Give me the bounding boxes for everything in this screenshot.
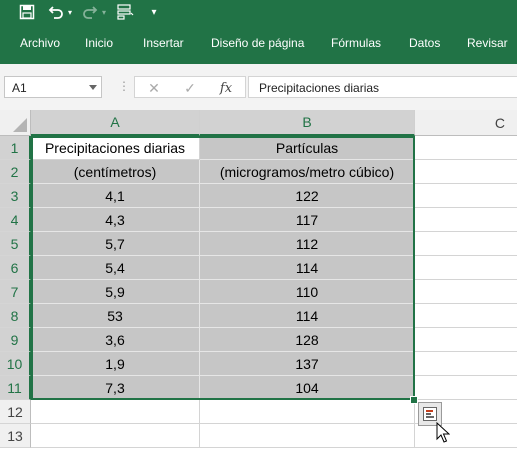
cell-a6[interactable]: 5,4 <box>31 256 200 280</box>
cell-c5[interactable] <box>415 232 517 256</box>
undo-dropdown-icon[interactable]: ▾ <box>66 2 74 22</box>
formula-bar-grip-icon[interactable]: ⋮ <box>118 79 130 93</box>
row-header-13[interactable]: 13 <box>0 424 31 448</box>
formula-input-text: Precipitaciones diarias <box>259 81 380 95</box>
column-header-a[interactable]: A <box>31 110 200 136</box>
cell-a8[interactable]: 53 <box>31 304 200 328</box>
tab-insertar[interactable]: Insertar <box>143 36 184 50</box>
cell-a3[interactable]: 4,1 <box>31 184 200 208</box>
cancel-icon[interactable]: ✕ <box>143 79 165 97</box>
form-tool-icon[interactable] <box>114 2 136 22</box>
cell-a9[interactable]: 3,6 <box>31 328 200 352</box>
row-header-9[interactable]: 9 <box>0 328 31 352</box>
cell-b11[interactable]: 104 <box>200 376 415 400</box>
fill-handle[interactable] <box>410 396 418 404</box>
cell-c4[interactable] <box>415 208 517 232</box>
row-header-8[interactable]: 8 <box>0 304 31 328</box>
formula-buttons: ✕ ✓ fx <box>134 76 246 98</box>
cell-b7[interactable]: 110 <box>200 280 415 304</box>
cell-a5[interactable]: 5,7 <box>31 232 200 256</box>
insert-function-icon[interactable]: fx <box>215 79 237 97</box>
cell-a12[interactable] <box>31 400 200 424</box>
row-header-1[interactable]: 1 <box>0 136 31 160</box>
cell-b9[interactable]: 128 <box>200 328 415 352</box>
enter-icon[interactable]: ✓ <box>179 79 201 97</box>
cell-b3[interactable]: 122 <box>200 184 415 208</box>
cell-b8[interactable]: 114 <box>200 304 415 328</box>
worksheet-grid: A B C 1 2 3 4 5 6 7 8 9 10 11 12 13 Prec… <box>0 110 517 450</box>
row-header-12[interactable]: 12 <box>0 400 31 424</box>
cell-a2[interactable]: (centímetros) <box>31 160 200 184</box>
cell-a7[interactable]: 5,9 <box>31 280 200 304</box>
cell-a13[interactable] <box>31 424 200 448</box>
formula-bar: A1 ⋮ ✕ ✓ fx Precipitaciones diarias <box>0 64 517 110</box>
redo-icon[interactable] <box>80 2 100 22</box>
name-box-value: A1 <box>12 81 27 95</box>
select-all-button[interactable] <box>0 110 31 136</box>
cell-c13[interactable] <box>415 424 517 448</box>
cell-b6[interactable]: 114 <box>200 256 415 280</box>
undo-icon[interactable] <box>46 2 66 22</box>
chevron-down-icon[interactable] <box>89 85 97 90</box>
cell-a4[interactable]: 4,3 <box>31 208 200 232</box>
select-all-triangle-icon <box>13 118 27 132</box>
cell-c1[interactable] <box>415 136 517 160</box>
tab-inicio[interactable]: Inicio <box>85 36 113 50</box>
cell-b13[interactable] <box>200 424 415 448</box>
cell-c7[interactable] <box>415 280 517 304</box>
cell-b2[interactable]: (microgramos/metro cúbico) <box>200 160 415 184</box>
quick-access-toolbar: ▾ ▾ ▾ <box>0 0 517 24</box>
tab-archivo[interactable]: Archivo <box>20 36 60 50</box>
column-header-c[interactable]: C <box>415 110 517 136</box>
row-header-11[interactable]: 11 <box>0 376 31 400</box>
cell-a11[interactable]: 7,3 <box>31 376 200 400</box>
formula-input[interactable]: Precipitaciones diarias <box>248 76 517 98</box>
row-header-3[interactable]: 3 <box>0 184 31 208</box>
cell-c3[interactable] <box>415 184 517 208</box>
row-header-6[interactable]: 6 <box>0 256 31 280</box>
row-header-5[interactable]: 5 <box>0 232 31 256</box>
tab-revisar[interactable]: Revisar <box>467 36 508 50</box>
ribbon-tabs: Archivo Inicio Insertar Diseño de página… <box>0 24 517 64</box>
cell-c9[interactable] <box>415 328 517 352</box>
tab-formulas[interactable]: Fórmulas <box>331 36 381 50</box>
cell-c8[interactable] <box>415 304 517 328</box>
customize-toolbar-icon[interactable]: ▾ <box>146 2 162 22</box>
cell-c11[interactable] <box>415 376 517 400</box>
tab-datos[interactable]: Datos <box>409 36 440 50</box>
cell-c2[interactable] <box>415 160 517 184</box>
cell-a10[interactable]: 1,9 <box>31 352 200 376</box>
row-header-10[interactable]: 10 <box>0 352 31 376</box>
cell-b1[interactable]: Partículas <box>200 136 415 160</box>
cell-b5[interactable]: 112 <box>200 232 415 256</box>
fx-label: fx <box>219 80 233 96</box>
cell-c6[interactable] <box>415 256 517 280</box>
name-box[interactable]: A1 <box>4 76 102 98</box>
quick-analysis-icon <box>423 407 437 421</box>
row-header-7[interactable]: 7 <box>0 280 31 304</box>
cell-a1[interactable]: Precipitaciones diarias <box>31 136 200 160</box>
cell-b12[interactable] <box>200 400 415 424</box>
row-header-4[interactable]: 4 <box>0 208 31 232</box>
column-header-b[interactable]: B <box>200 110 415 136</box>
mouse-pointer-icon <box>436 422 450 443</box>
redo-dropdown-icon[interactable]: ▾ <box>100 2 108 22</box>
cell-c10[interactable] <box>415 352 517 376</box>
save-icon[interactable] <box>16 2 38 22</box>
row-header-2[interactable]: 2 <box>0 160 31 184</box>
cell-b4[interactable]: 117 <box>200 208 415 232</box>
tab-diseno-de-pagina[interactable]: Diseño de página <box>211 36 304 50</box>
cell-b10[interactable]: 137 <box>200 352 415 376</box>
